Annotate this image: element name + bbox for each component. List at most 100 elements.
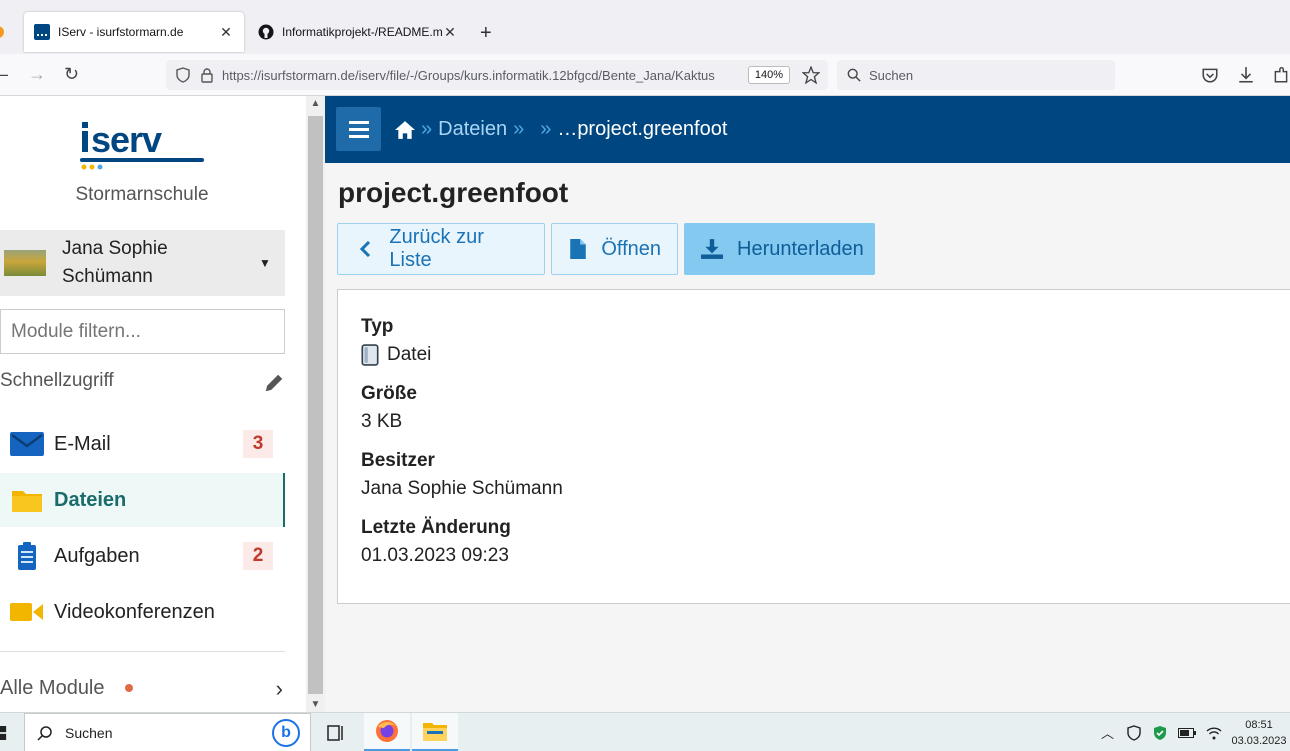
document-icon [361, 344, 379, 366]
sidebar-item-videokonferenzen[interactable]: Videokonferenzen [0, 585, 285, 639]
task-view-icon[interactable] [325, 722, 347, 744]
open-tasks-badge: 2 [243, 542, 273, 570]
size-label: Größe [361, 383, 417, 404]
open-button[interactable]: Öffnen [551, 223, 678, 275]
menu-toggle-button[interactable] [336, 107, 381, 151]
school-name: Stormarnschule [75, 184, 209, 205]
video-icon-wrap [0, 601, 54, 623]
chevron-up-icon[interactable]: ︿ [1101, 723, 1114, 742]
defender-icon[interactable] [1152, 725, 1168, 741]
chevron-right-icon: › [275, 676, 283, 701]
firefox-view-icon[interactable] [0, 26, 4, 38]
wifi-icon[interactable] [1206, 726, 1222, 740]
bookmark-star-icon[interactable] [802, 66, 820, 84]
tab-iserv[interactable]: IServ - isurfstormarn.de ✕ [24, 12, 244, 52]
sidebar-item-label: Videokonferenzen [54, 600, 215, 623]
size-value: 3 KB [361, 411, 403, 432]
user-name: Jana Sophie Schümann [62, 235, 245, 291]
iserv-logo[interactable]: serv [78, 120, 206, 170]
scroll-down-icon[interactable]: ▼ [306, 699, 325, 710]
browser-tab-bar: IServ - isurfstormarn.de ✕ Informatikpro… [0, 0, 1290, 54]
sidebar-scrollbar[interactable]: ▲ ▼ [306, 96, 325, 712]
sidebar-item-label: Dateien [54, 488, 127, 511]
sidebar: serv Stormarnschule Jana Sophie Schümann… [0, 96, 306, 712]
forward-icon[interactable]: → [28, 64, 46, 85]
svg-text:serv: serv [91, 120, 162, 160]
open-label: Öffnen [601, 237, 661, 260]
back-to-list-label: Zurück zur Liste [389, 226, 484, 271]
sidebar-item-dateien[interactable]: Dateien [0, 473, 285, 527]
download-button[interactable]: Herunterladen [684, 223, 875, 275]
taskbar-search-box[interactable]: Suchen b [24, 713, 311, 751]
user-menu[interactable]: Jana Sophie Schümann ▼ [0, 230, 285, 296]
sidebar-item-aufgaben[interactable]: Aufgaben 2 [0, 529, 285, 583]
browser-nav-bar: – → ↻ https://isurfstormarn.de/iserv/fil… [0, 54, 1290, 96]
search-icon [847, 68, 861, 82]
chevron-left-icon [354, 241, 375, 257]
user-last-name: Schümann [62, 266, 153, 287]
download-icon [701, 239, 723, 259]
all-modules-link[interactable]: Alle Module › [0, 674, 285, 702]
url-path: /iserv/file/-/Groups/kurs.informatik.12b… [354, 67, 715, 83]
file-explorer-icon [423, 723, 447, 741]
file-icon [568, 239, 587, 259]
user-first-name: Jana Sophie [62, 238, 168, 259]
scroll-up-icon[interactable]: ▲ [306, 98, 325, 109]
pocket-icon[interactable] [1201, 66, 1219, 84]
quick-access-heading: Schnellzugriff [0, 370, 285, 396]
back-icon[interactable]: – [0, 64, 8, 85]
close-tab-icon[interactable]: ✕ [218, 24, 234, 41]
scrollbar-thumb[interactable] [308, 116, 323, 694]
iserv-favicon-icon [34, 24, 50, 40]
breadcrumb-separator: » [513, 118, 525, 140]
close-tab-icon[interactable]: ✕ [442, 24, 458, 41]
reload-icon[interactable]: ↻ [64, 64, 79, 85]
extensions-icon[interactable] [1272, 66, 1290, 84]
breadcrumb-separator: » [540, 118, 552, 140]
windows-start-icon[interactable] [0, 725, 14, 741]
clipboard-icon [18, 542, 36, 570]
new-indicator-dot [124, 684, 133, 692]
sidebar-item-email[interactable]: E-Mail 3 [0, 417, 285, 471]
file-explorer-taskbar-icon[interactable] [412, 713, 458, 751]
breadcrumb-dateien[interactable]: Dateien [438, 118, 507, 141]
module-filter-input[interactable] [0, 309, 285, 354]
caret-down-icon[interactable]: ▼ [245, 256, 285, 270]
all-modules-label: Alle Module [0, 676, 105, 699]
system-tray: ︿ 08:51 03.03.2023 [1101, 713, 1290, 751]
file-details-panel: Typ Datei Größe 3 KB Besitzer Jana Sophi… [337, 289, 1290, 604]
battery-icon[interactable] [1178, 727, 1196, 738]
home-icon[interactable] [395, 120, 415, 139]
clock[interactable]: 08:51 03.03.2023 [1228, 717, 1290, 749]
folder-icon [12, 491, 42, 512]
url-bar[interactable]: https://isurfstormarn.de/iserv/file/-/Gr… [166, 60, 828, 90]
page-title: project.greenfoot [338, 177, 569, 208]
pencil-icon[interactable] [263, 372, 285, 394]
main-content: project.greenfoot Zurück zur Liste Öffne… [325, 163, 1290, 712]
download-label: Herunterladen [737, 237, 864, 260]
modified-value: 01.03.2023 09:23 [361, 545, 509, 566]
type-value: Datei [387, 344, 432, 365]
zoom-level-badge[interactable]: 140% [747, 66, 790, 84]
firefox-taskbar-icon[interactable] [364, 713, 410, 751]
new-tab-button[interactable]: + [480, 22, 492, 45]
windows-taskbar: Suchen b ︿ 08:51 03.03.2023 [0, 712, 1290, 751]
search-bar[interactable]: Suchen [837, 60, 1115, 90]
security-shield-icon[interactable] [1126, 724, 1142, 741]
url-text: https://isurfstormarn.de/iserv/file/-/Gr… [222, 68, 748, 83]
tab-title: IServ - isurfstormarn.de [58, 25, 184, 39]
quick-access-label: Schnellzugriff [0, 370, 114, 391]
search-placeholder: Suchen [869, 67, 914, 83]
lock-icon[interactable] [198, 67, 216, 83]
owner-label: Besitzer [361, 450, 435, 471]
download-icon[interactable] [1237, 66, 1255, 84]
mail-icon [10, 432, 44, 456]
type-value-row: Datei [361, 344, 431, 366]
clock-time: 08:51 [1245, 718, 1273, 731]
bing-icon[interactable]: b [272, 719, 300, 747]
back-to-list-button[interactable]: Zurück zur Liste [337, 223, 545, 275]
sidebar-item-label: Aufgaben [54, 544, 140, 567]
type-label: Typ [361, 316, 394, 337]
shield-icon[interactable] [174, 67, 192, 83]
tab-readme[interactable]: Informatikprojekt-/README.md ✕ [252, 12, 464, 52]
